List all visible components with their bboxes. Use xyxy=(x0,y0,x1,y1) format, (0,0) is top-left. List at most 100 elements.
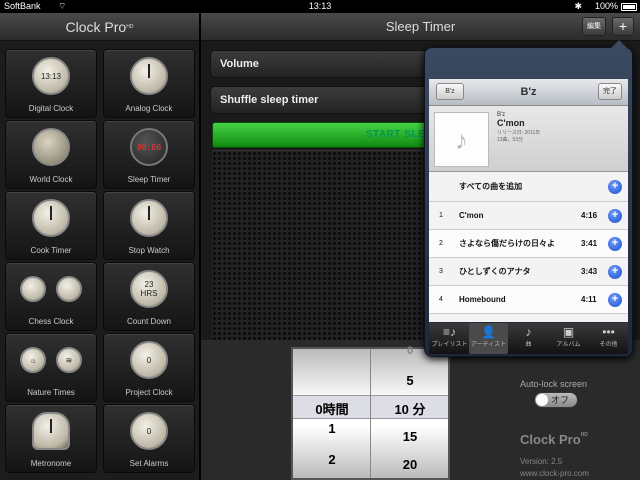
app-title-text: Clock Pro xyxy=(65,19,127,35)
autolock-label: Auto-lock screen xyxy=(520,379,588,389)
bluetooth-icon: ✱ xyxy=(574,1,582,11)
media-tab-bar: ≡♪ プレイリスト 👤 アーティスト ♪ 曲 ▣ アルバム ••• その他 xyxy=(429,323,628,354)
track-title: C'mon xyxy=(459,211,484,220)
tile-set-alarms[interactable]: 0 Set Alarms xyxy=(103,404,195,473)
track-number: 4 xyxy=(439,296,443,303)
globe-icon xyxy=(32,128,70,166)
minutes-value: 10 xyxy=(394,402,409,417)
track-number: 2 xyxy=(439,240,443,247)
add-all-label: すべての曲を追加 xyxy=(459,182,523,191)
tab-playlists[interactable]: ≡♪ プレイリスト xyxy=(430,323,469,354)
stopwatch-icon xyxy=(130,199,168,237)
tile-label: Chess Clock xyxy=(28,317,74,326)
tile-metronome[interactable]: Metronome xyxy=(5,404,97,473)
add-button[interactable]: + xyxy=(612,17,634,36)
tile-chess-clock[interactable]: Chess Clock xyxy=(5,262,97,331)
battery-percent: 100% xyxy=(594,1,618,11)
add-all-row[interactable]: すべての曲を追加 + xyxy=(429,172,628,202)
track-row[interactable]: 4 Homebound 4:11 + xyxy=(429,286,628,314)
tile-sleep-timer[interactable]: 00:00 Sleep Timer xyxy=(103,120,195,189)
track-number: 1 xyxy=(439,212,443,219)
status-time: 13:13 xyxy=(308,1,332,11)
more-icon: ••• xyxy=(602,325,615,339)
track-row[interactable]: 1 C'mon 4:16 + xyxy=(429,202,628,230)
tab-albums[interactable]: ▣ アルバム xyxy=(549,323,588,354)
done-button[interactable]: 完了 xyxy=(598,83,622,100)
album-release: リリース日: 2011年 xyxy=(497,130,541,136)
chess-clock-icon-right xyxy=(56,276,82,302)
brand-text: Clock Pro xyxy=(520,432,581,447)
back-button[interactable]: B'z xyxy=(436,83,464,100)
track-duration: 3:41 xyxy=(581,239,598,248)
hours-option[interactable]: 2 xyxy=(293,452,371,467)
add-track-plus-icon[interactable]: + xyxy=(608,293,622,307)
shuffle-label: Shuffle sleep timer xyxy=(220,94,319,106)
tab-songs[interactable]: ♪ 曲 xyxy=(509,323,548,354)
minutes-option[interactable]: 15 xyxy=(371,429,449,444)
minutes-option[interactable]: 20 xyxy=(371,457,449,472)
tile-label: Stop Watch xyxy=(128,246,170,255)
digital-clock-icon: 13:13 xyxy=(32,57,70,95)
status-bar: SoftBank ⌔ 13:13 ✱ 100% xyxy=(0,0,640,13)
cook-timer-icon xyxy=(32,199,70,237)
version-text: Version: 2.5 xyxy=(520,457,563,466)
add-track-plus-icon[interactable]: + xyxy=(608,265,622,279)
track-list: すべての曲を追加 + 1 C'mon 4:16 + 2 さよなら傷だらけの日々よ… xyxy=(429,172,628,322)
app-title-mark: HD xyxy=(126,24,134,30)
waves-icon: ≋ xyxy=(56,347,82,373)
tile-label: Cook Timer xyxy=(30,246,72,255)
album-header: ♪ B'z C'mon リリース日: 2011年 13曲、53分 xyxy=(429,106,628,172)
tab-label: プレイリスト xyxy=(431,342,468,348)
duration-picker[interactable]: 1 2 0時間 0 5 10 分 15 20 xyxy=(291,345,450,480)
tile-analog-clock[interactable]: Analog Clock xyxy=(103,49,195,118)
track-row[interactable]: 2 さよなら傷だらけの日々よ 3:41 + xyxy=(429,230,628,258)
album-title: C'mon xyxy=(497,118,525,128)
battery-icon xyxy=(621,3,637,11)
add-all-plus-icon[interactable]: + xyxy=(608,180,622,194)
minutes-wheel[interactable]: 0 5 10 分 15 20 xyxy=(371,345,449,478)
tile-label: Count Down xyxy=(126,317,172,326)
tile-label: Metronome xyxy=(30,459,72,468)
tab-label: 曲 xyxy=(525,342,532,348)
track-title: さよなら傷だらけの日々よ xyxy=(459,239,555,248)
analog-clock-icon xyxy=(130,57,168,95)
hours-wheel[interactable]: 1 2 0時間 xyxy=(293,349,371,478)
minutes-selected[interactable]: 10 分 xyxy=(371,399,449,418)
track-row[interactable]: 3 ひとしずくのアナタ 3:43 + xyxy=(429,258,628,286)
brand-logo: Clock ProHD xyxy=(520,432,588,447)
track-title: ひとしずくのアナタ xyxy=(459,267,531,276)
autolock-toggle[interactable]: オフ xyxy=(534,392,578,408)
tile-cook-timer[interactable]: Cook Timer xyxy=(5,191,97,260)
add-track-plus-icon[interactable]: + xyxy=(608,209,622,223)
tile-world-clock[interactable]: World Clock xyxy=(5,120,97,189)
hours-option[interactable]: 1 xyxy=(293,421,371,436)
alarm-clock-icon: 0 xyxy=(130,412,168,450)
app-title: Clock ProHD xyxy=(0,13,199,41)
volume-label: Volume xyxy=(220,58,259,70)
album-track-count: 13曲、53分 xyxy=(497,137,524,143)
tile-count-down[interactable]: 23 HRS Count Down xyxy=(103,262,195,331)
website-link[interactable]: www.clock-pro.com xyxy=(520,469,589,478)
track-title: Homebound xyxy=(459,295,506,304)
tile-label: Sleep Timer xyxy=(127,175,171,184)
tab-artists[interactable]: 👤 アーティスト xyxy=(469,323,508,354)
add-track-plus-icon[interactable]: + xyxy=(608,237,622,251)
tile-label: Nature Times xyxy=(27,388,75,397)
tile-label: Project Clock xyxy=(125,388,173,397)
tile-stop-watch[interactable]: Stop Watch xyxy=(103,191,195,260)
metronome-icon xyxy=(32,412,70,450)
minutes-unit: 分 xyxy=(412,402,426,417)
tab-label: アルバム xyxy=(556,342,581,348)
tile-project-clock[interactable]: 0 Project Clock xyxy=(103,333,195,402)
minutes-option[interactable]: 5 xyxy=(371,373,449,388)
tile-label: Analog Clock xyxy=(125,104,173,113)
sleep-timer-icon: 00:00 xyxy=(130,128,168,166)
clock-menu-panel: Clock ProHD 13:13 Digital Clock Analog C… xyxy=(0,13,200,480)
tab-more[interactable]: ••• その他 xyxy=(589,323,628,354)
hours-selected[interactable]: 0時間 xyxy=(293,399,371,418)
edit-button[interactable]: 編集 xyxy=(582,17,606,36)
artist-icon: 👤 xyxy=(481,325,496,339)
tile-digital-clock[interactable]: 13:13 Digital Clock xyxy=(5,49,97,118)
tile-nature-times[interactable]: ☼ ≋ Nature Times xyxy=(5,333,97,402)
playlist-icon: ≡♪ xyxy=(442,325,456,339)
